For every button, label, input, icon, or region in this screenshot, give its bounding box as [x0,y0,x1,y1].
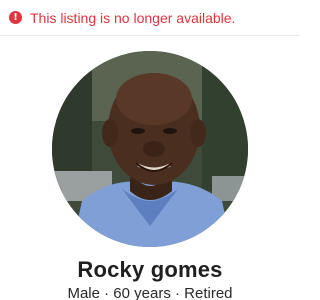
alert-message: This listing is no longer available. [30,9,236,26]
listing-page: ! This listing is no longer available. R… [0,0,300,300]
profile-photo-image [52,51,248,247]
exclamation-icon: ! [9,11,22,24]
unavailable-alert: ! This listing is no longer available. [0,0,300,36]
profile-details: Male · 60 years · Retired [67,285,233,300]
profile-photo [52,51,248,247]
profile-name: Rocky gomes [77,257,223,282]
